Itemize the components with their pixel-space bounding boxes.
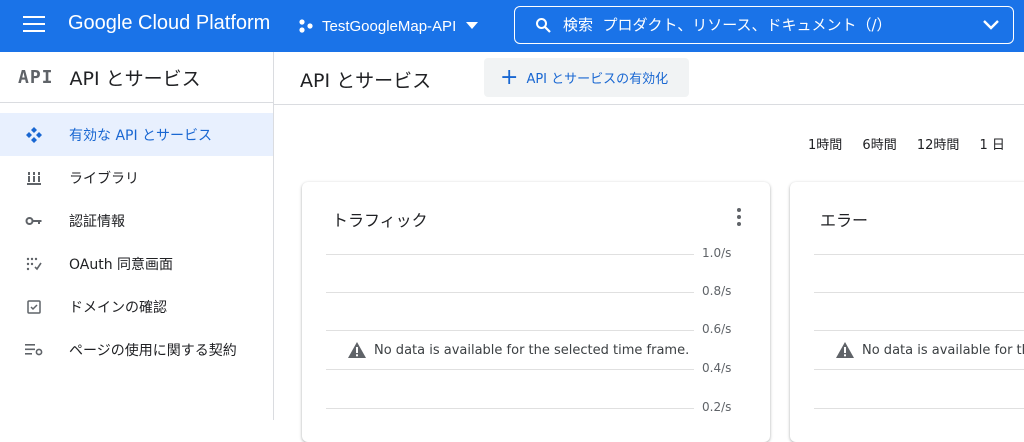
key-icon <box>23 210 45 232</box>
errors-chart-card: エラー No data is available for the <box>790 182 1024 442</box>
project-selector[interactable]: TestGoogleMap-API <box>298 13 486 39</box>
sidebar-item-library[interactable]: ライブラリ <box>0 156 273 199</box>
checkbox-icon <box>23 296 45 318</box>
warning-icon <box>836 342 854 358</box>
gridline <box>326 369 694 370</box>
sidebar-item-label: ライブラリ <box>69 170 139 187</box>
time-range-1d[interactable]: 1 日 <box>980 138 1005 153</box>
time-range-12h[interactable]: 12時間 <box>917 138 960 153</box>
api-logo-icon: API <box>18 66 54 88</box>
sidebar-title: API とサービス <box>69 67 201 90</box>
time-range-selector: 1時間 6時間 12時間 1 日 2 <box>808 134 1024 153</box>
gridline <box>814 292 1024 293</box>
gridline <box>326 254 694 255</box>
no-data-text: No data is available for the <box>862 342 1024 358</box>
sidebar-nav: 有効な API とサービス ライブラリ 認証情報 OAuth 同意画面 ドメイン… <box>0 103 273 371</box>
y-tick-label: 0.4/s <box>702 361 732 375</box>
time-range-6h[interactable]: 6時間 <box>862 138 896 153</box>
time-range-1h[interactable]: 1時間 <box>808 138 842 153</box>
card-title: エラー <box>820 211 869 230</box>
page-title: API とサービス <box>300 70 432 92</box>
chevron-down-icon[interactable] <box>983 20 999 30</box>
sidebar-item-oauth-consent[interactable]: OAuth 同意画面 <box>0 242 273 285</box>
no-data-message: No data is available for the <box>836 342 1024 358</box>
gridline <box>814 330 1024 331</box>
hamburger-menu-icon[interactable] <box>23 16 45 34</box>
enable-apis-button[interactable]: + API とサービスの有効化 <box>484 58 689 97</box>
sidebar-item-label: 認証情報 <box>69 213 125 230</box>
consent-icon <box>23 253 45 275</box>
brand-title[interactable]: Google Cloud Platform <box>68 12 270 35</box>
sidebar-item-label: OAuth 同意画面 <box>69 256 174 273</box>
sidebar-item-label: 有効な API とサービス <box>69 127 213 144</box>
library-icon <box>23 167 45 189</box>
card-title: トラフィック <box>332 211 428 230</box>
enable-apis-label: API とサービスの有効化 <box>526 72 669 87</box>
project-name: TestGoogleMap-API <box>322 17 457 35</box>
no-data-message: No data is available for the selected ti… <box>348 342 689 358</box>
traffic-chart-card: トラフィック 1.0/s 0.8/s 0.6/s 0.4/s 0.2/s No … <box>302 182 770 442</box>
gridline <box>814 408 1024 409</box>
sidebar-item-label: ドメインの確認 <box>69 299 167 316</box>
plus-icon: + <box>500 64 519 90</box>
top-app-bar: Google Cloud Platform TestGoogleMap-API <box>0 0 1024 52</box>
gridline <box>326 292 694 293</box>
api-diamond-icon <box>23 124 45 146</box>
gridline <box>326 408 694 409</box>
sidebar-item-credentials[interactable]: 認証情報 <box>0 199 273 242</box>
search-icon <box>536 18 551 33</box>
search-box[interactable] <box>514 6 1014 44</box>
y-tick-label: 0.6/s <box>702 322 732 336</box>
settings-list-icon <box>23 339 45 361</box>
warning-icon <box>348 342 366 358</box>
y-tick-label: 1.0/s <box>702 246 732 260</box>
sidebar-item-page-usage-agreements[interactable]: ページの使用に関する契約 <box>0 328 273 371</box>
gridline <box>814 369 1024 370</box>
sidebar: API API とサービス 有効な API とサービス ライブラリ 認証情報 O… <box>0 52 274 420</box>
sidebar-header: API API とサービス <box>0 52 273 103</box>
gridline <box>326 330 694 331</box>
search-input[interactable] <box>561 15 983 35</box>
no-data-text: No data is available for the selected ti… <box>374 342 690 358</box>
gridline <box>814 254 1024 255</box>
y-tick-label: 0.8/s <box>702 284 732 298</box>
divider <box>274 104 1024 105</box>
y-tick-label: 0.2/s <box>702 400 732 414</box>
sidebar-item-domain-verification[interactable]: ドメインの確認 <box>0 285 273 328</box>
sidebar-item-label: ページの使用に関する契約 <box>69 342 237 359</box>
project-dots-icon <box>299 19 313 33</box>
caret-down-icon <box>466 22 479 29</box>
more-vert-icon[interactable] <box>736 208 742 228</box>
sidebar-item-enabled-apis[interactable]: 有効な API とサービス <box>0 113 273 156</box>
